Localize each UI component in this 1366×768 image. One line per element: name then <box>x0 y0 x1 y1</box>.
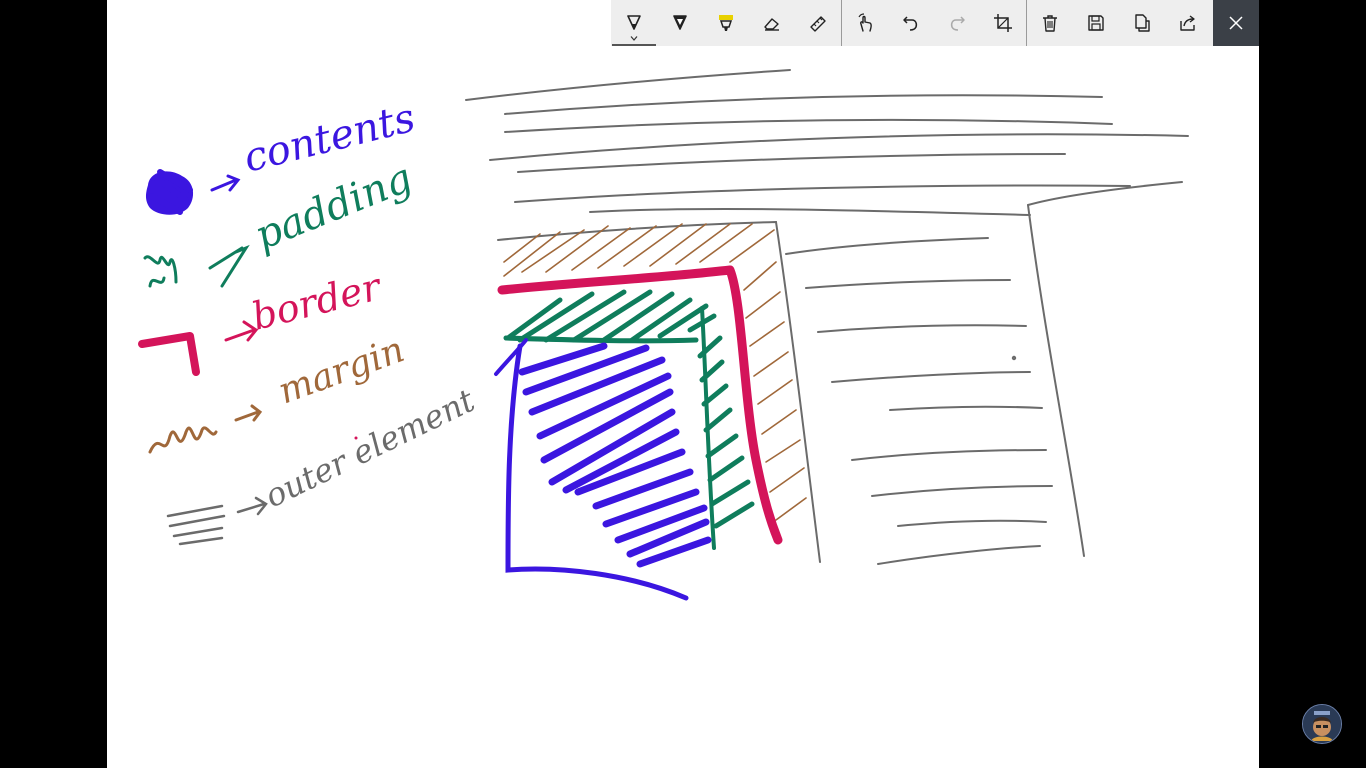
legend-margin-arrow <box>234 404 263 422</box>
eraser-icon <box>764 18 779 31</box>
touch-writing-button[interactable] <box>842 0 888 46</box>
legend-padding-swatch <box>143 255 178 288</box>
copy-icon <box>1135 14 1150 32</box>
redo-icon <box>950 16 965 31</box>
trash-icon <box>1043 15 1057 32</box>
channel-logo-icon <box>1303 705 1341 743</box>
ink-toolbar <box>611 0 1259 46</box>
legend-contents-swatch <box>146 169 194 215</box>
eraser-button[interactable] <box>749 0 795 46</box>
undo-icon <box>903 16 918 31</box>
avatar <box>1302 704 1342 744</box>
ballpoint-pen-icon <box>627 15 641 30</box>
share-icon <box>1180 15 1195 31</box>
chevron-down-icon[interactable] <box>630 36 638 41</box>
legend-outer-swatch <box>166 504 226 546</box>
ruler-button[interactable] <box>795 0 841 46</box>
share-button[interactable] <box>1165 0 1211 46</box>
legend-border-arrow <box>224 320 259 342</box>
save-button[interactable] <box>1073 0 1119 46</box>
legend-margin-swatch <box>148 426 218 454</box>
touch-writing-icon <box>858 13 872 32</box>
legend-padding-arrow <box>208 244 250 288</box>
redo-button[interactable] <box>934 0 980 46</box>
legend-outer-arrow <box>236 496 268 516</box>
padding-hatch <box>503 289 755 550</box>
legend-border-swatch <box>138 332 200 376</box>
crop-button[interactable] <box>980 0 1026 46</box>
delete-button[interactable] <box>1027 0 1073 46</box>
drawing-layer: contents padding border margin outer ele… <box>138 69 1189 601</box>
highlighter-button[interactable] <box>703 0 749 46</box>
highlighter-icon <box>719 15 733 31</box>
ballpoint-pen-button[interactable] <box>611 0 657 46</box>
pencil-button[interactable] <box>657 0 703 46</box>
save-icon <box>1088 15 1104 31</box>
content-area <box>494 338 712 601</box>
close-button[interactable] <box>1213 0 1259 46</box>
legend-border-label: border <box>248 264 388 339</box>
outer-element-lines <box>465 69 1189 565</box>
legend-contents-arrow <box>210 174 241 192</box>
close-icon <box>1229 16 1243 30</box>
legend-margin-label: margin <box>273 329 410 412</box>
screen-frame: contents padding border margin outer ele… <box>0 0 1366 768</box>
copy-button[interactable] <box>1119 0 1165 46</box>
ruler-icon <box>810 16 826 32</box>
stray-dot <box>354 436 358 440</box>
undo-button[interactable] <box>888 0 934 46</box>
sketch-canvas[interactable]: contents padding border margin outer ele… <box>107 0 1259 768</box>
crop-icon <box>994 14 1012 32</box>
pencil-icon <box>673 15 687 30</box>
